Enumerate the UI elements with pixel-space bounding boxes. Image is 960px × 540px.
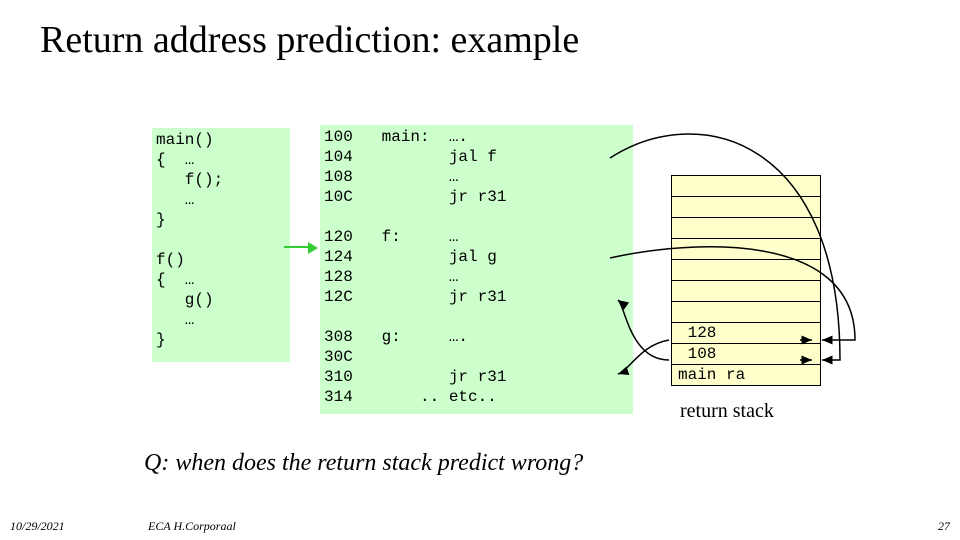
arrow-icon [284,246,308,248]
stack-row [671,239,821,260]
stack-row-108: 108 [671,344,821,365]
page-title: Return address prediction: example [40,18,579,62]
assembly-code-box: 100 main: …. 104 jal f 108 … 10C jr r31 … [320,125,633,414]
footer-date: 10/29/2021 [10,519,65,534]
stack-row [671,260,821,281]
stack-row [671,197,821,218]
stack-row-128: 128 [671,323,821,344]
stack-row [671,218,821,239]
stack-caption: return stack [680,400,774,423]
source-code-box: main() { … f(); … } f() { … g() … } [152,128,290,362]
footer-page: 27 [938,519,950,534]
question-text: Q: when does the return stack predict wr… [144,450,583,477]
footer-source: ECA H.Corporaal [148,519,236,534]
stack-row [671,281,821,302]
stack-row [671,175,821,197]
stack-row-main-ra: main ra [671,365,821,386]
return-stack-table: 128 108 main ra [671,175,821,386]
stack-row [671,302,821,323]
